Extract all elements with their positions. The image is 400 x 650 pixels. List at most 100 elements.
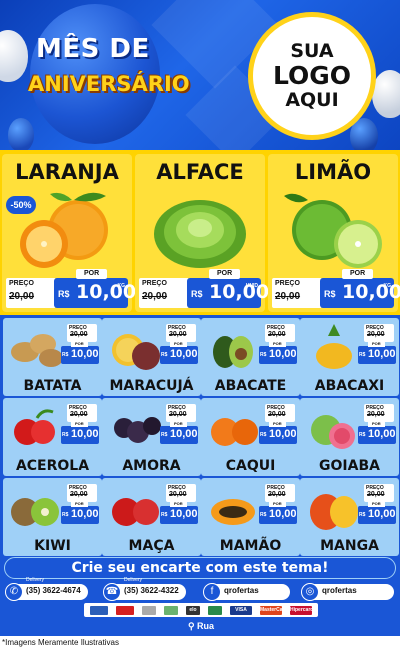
unit: UNID: [245, 283, 258, 289]
currency: R$: [359, 432, 366, 438]
phone-icon: ☎: [103, 583, 121, 601]
price-tag: PREÇO 20,00 POR R$ 10,00: [358, 404, 396, 450]
product-image: [14, 409, 55, 445]
product-card[interactable]: PREÇO 20,00 POR R$ 10,00 MAMÃO: [201, 478, 300, 556]
product-name: ABACATE: [214, 378, 287, 394]
por-label: POR: [368, 421, 385, 427]
unit: KG: [383, 283, 392, 289]
lime-image: [284, 193, 382, 268]
facebook-contact[interactable]: f qrofertas: [203, 583, 290, 601]
featured-item-laranja[interactable]: LARANJA PREÇO 20,00 POR R$ 10,00 KG: [2, 154, 136, 312]
old-price: PREÇO 20,00: [265, 484, 295, 502]
instagram-icon: ◎: [301, 583, 319, 601]
product-card[interactable]: PREÇO 20,00 POR R$ 10,00 AMORA: [102, 398, 201, 476]
logo-text-3: AQUI: [285, 88, 339, 111]
old-price-value: 20,00: [367, 331, 385, 338]
old-price-value: 20,00: [70, 491, 88, 498]
currency: R$: [260, 432, 267, 438]
product-image: [112, 334, 160, 370]
por-label: POR: [170, 501, 187, 507]
whatsapp-contact[interactable]: ✆ Delivery (35) 3622-4674: [5, 577, 88, 601]
price-value: 10,00: [269, 348, 297, 360]
title-line-1: MÊS DE: [36, 34, 150, 64]
header-banner: MÊS DE ANIVERSÁRIO SUA LOGO AQUI: [0, 0, 400, 150]
card-icon: [208, 605, 222, 615]
elo-icon: elo: [186, 605, 200, 615]
new-price: POR R$ 10,00: [259, 501, 297, 524]
product-image: [213, 336, 253, 368]
old-price: PREÇO 20,00: [265, 324, 295, 342]
product-card[interactable]: PREÇO 20,00 POR R$ 10,00 KIWI: [3, 478, 102, 556]
visa-icon: VISA: [230, 605, 252, 615]
currency: R$: [260, 512, 267, 518]
discount-badge: -50%: [6, 196, 36, 214]
price-value: 10,00: [209, 281, 270, 303]
featured-item-limao[interactable]: LIMÃO PREÇO 20,00 POR R$ 10,00 KG: [268, 154, 400, 312]
currency: R$: [161, 512, 168, 518]
featured-item-alface[interactable]: ALFACE PREÇO 20,00 POR R$ 10,00 UNID: [135, 154, 269, 312]
old-price-value: 20,00: [70, 331, 88, 338]
product-image: [311, 415, 355, 449]
product-name: LIMÃO: [294, 160, 372, 184]
product-card[interactable]: PREÇO 20,00 POR R$ 10,00 GOIABA: [300, 398, 399, 476]
product-card[interactable]: PREÇO 20,00 POR R$ 10,00 BATATA: [3, 318, 102, 396]
product-name: BATATA: [23, 378, 82, 394]
old-price: PREÇO 20,00: [67, 484, 97, 502]
payment-methods: elo VISA MasterCard Hipercard: [84, 603, 318, 617]
por-label: POR: [76, 269, 108, 279]
instagram-contact[interactable]: ◎ qrofertas: [301, 583, 394, 601]
whatsapp-icon: ✆: [5, 583, 23, 601]
price-value: 10,00: [368, 348, 396, 360]
price-value: 10,00: [170, 428, 198, 440]
product-name: MARACUJÁ: [109, 378, 194, 394]
facebook-handle: qrofertas: [224, 586, 259, 595]
product-image: [211, 499, 255, 525]
price-tag: PREÇO 20,00 POR R$ 10,00 KG: [6, 269, 136, 308]
product-image: [112, 498, 159, 526]
old-price: PREÇO 20,00: [166, 484, 196, 502]
product-card[interactable]: PREÇO 20,00 POR R$ 10,00 MANGA: [300, 478, 399, 556]
price-tag: PREÇO 20,00 POR R$ 10,00: [259, 404, 297, 450]
product-card[interactable]: PREÇO 20,00 POR R$ 10,00 ACEROLA: [3, 398, 102, 476]
por-label: POR: [71, 341, 88, 347]
old-price: PREÇO 20,00: [166, 404, 196, 422]
new-price: POR R$ 10,00: [259, 421, 297, 444]
card-icon: [90, 605, 108, 615]
new-price: POR R$ 10,00: [61, 501, 99, 524]
product-name: KIWI: [34, 538, 71, 554]
price-tag: PREÇO 20,00 POR R$ 10,00: [160, 404, 198, 450]
product-card[interactable]: PREÇO 20,00 POR R$ 10,00 MAÇA: [102, 478, 201, 556]
price-tag: PREÇO 20,00 POR R$ 10,00: [160, 484, 198, 530]
old-price: PREÇO 20,00: [166, 324, 196, 342]
phone-number: (35) 3622-4322: [124, 586, 179, 595]
new-price: POR R$ 10,00: [160, 341, 198, 364]
old-price: PREÇO 20,00: [67, 324, 97, 342]
product-name: LARANJA: [15, 160, 119, 184]
price-value: 10,00: [170, 508, 198, 520]
por-label: POR: [269, 501, 286, 507]
old-price: PREÇO 20,00: [6, 278, 56, 308]
logo-text-2: LOGO: [272, 61, 352, 91]
title-line-2: ANIVERSÁRIO: [28, 72, 190, 96]
por-label: POR: [209, 269, 241, 279]
phone-contact[interactable]: ☎ Delivery (35) 3622-4322: [103, 577, 186, 601]
old-price-value: 20,00: [275, 291, 301, 302]
currency: R$: [359, 352, 366, 358]
price-value: 10,00: [269, 428, 297, 440]
lettuce-image: [154, 200, 246, 268]
price-value: 10,00: [71, 428, 99, 440]
cta-banner[interactable]: Crie seu encarte com este tema!: [4, 557, 396, 579]
product-card[interactable]: PREÇO 20,00 POR R$ 10,00 ABACATE: [201, 318, 300, 396]
por-label: POR: [269, 421, 286, 427]
price-tag: PREÇO 20,00 POR R$ 10,00 UNID: [139, 269, 269, 308]
old-price: PREÇO 20,00: [67, 404, 97, 422]
product-card[interactable]: PREÇO 20,00 POR R$ 10,00 ABACAXI: [300, 318, 399, 396]
flyer: MÊS DE ANIVERSÁRIO SUA LOGO AQUI LARANJA…: [0, 0, 400, 650]
currency: R$: [58, 289, 70, 299]
product-card[interactable]: PREÇO 20,00 POR R$ 10,00 CAQUI: [201, 398, 300, 476]
currency: R$: [324, 289, 336, 299]
currency: R$: [161, 352, 168, 358]
product-card[interactable]: PREÇO 20,00 POR R$ 10,00 MARACUJÁ: [102, 318, 201, 396]
delivery-label: Delivery: [124, 577, 143, 583]
contacts-bar: ✆ Delivery (35) 3622-4674 ☎ Delivery (35…: [0, 577, 400, 603]
